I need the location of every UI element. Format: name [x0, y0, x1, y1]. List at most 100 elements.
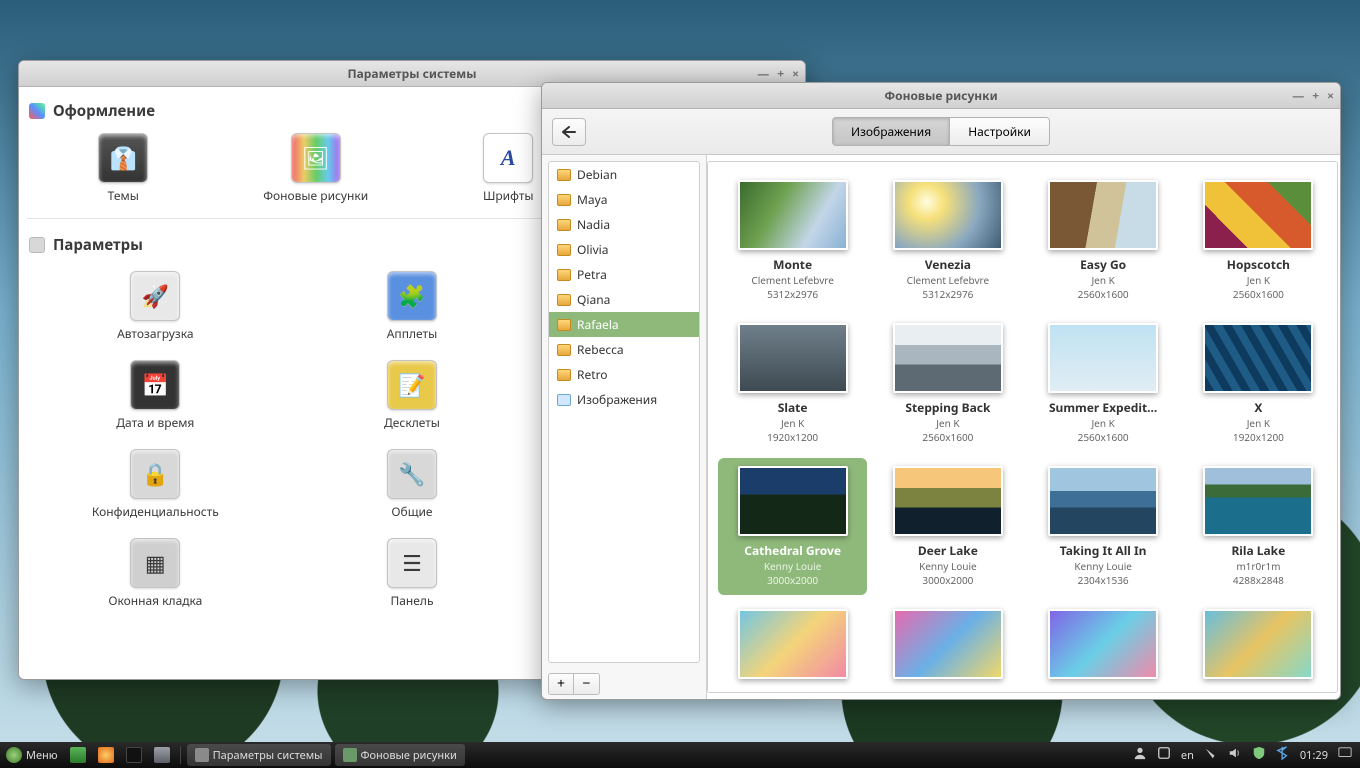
wallpaper-item[interactable]: Monte Clement Lefebvre 5312x2976 — [718, 172, 867, 309]
settings-item-label: Шрифты — [483, 187, 534, 204]
remove-collection-button[interactable]: − — [574, 673, 600, 695]
task-system-settings[interactable]: Параметры системы — [187, 744, 331, 766]
settings-task-icon — [195, 748, 209, 762]
collection-item[interactable]: Nadia — [549, 212, 699, 237]
wallpaper-item[interactable] — [873, 601, 1022, 693]
settings-title: Параметры системы — [348, 65, 477, 82]
wallpaper-item[interactable] — [1184, 601, 1333, 693]
settings-item[interactable]: 🚀Автозагрузка — [27, 271, 284, 342]
folder-icon — [557, 294, 571, 306]
wallpaper-item[interactable]: Easy Go Jen K 2560x1600 — [1029, 172, 1178, 309]
settings-item-icon: ☰ — [387, 538, 437, 588]
maximize-button[interactable]: + — [777, 65, 784, 82]
collection-item[interactable]: Maya — [549, 187, 699, 212]
collection-item[interactable]: Rafaela — [549, 312, 699, 337]
wallpaper-item[interactable]: Deer Lake Kenny Louie 3000x2000 — [873, 458, 1022, 595]
backgrounds-title: Фоновые рисунки — [884, 87, 997, 104]
add-collection-button[interactable]: + — [548, 673, 574, 695]
display-icon[interactable] — [1204, 746, 1218, 764]
updates-icon[interactable] — [1157, 746, 1171, 764]
wallpaper-resolution: 3000x2000 — [767, 573, 818, 587]
wallpaper-author: Kenny Louie — [1074, 559, 1132, 573]
volume-icon[interactable] — [1228, 746, 1242, 764]
tab-images[interactable]: Изображения — [833, 118, 949, 145]
system-tray: en 01:29 — [1125, 746, 1360, 764]
settings-item-icon: 👔 — [98, 133, 148, 183]
settings-item[interactable]: 🔒Конфиденциальность — [27, 449, 284, 520]
menu-button[interactable]: Меню — [0, 742, 64, 768]
collection-item[interactable]: Rebecca — [549, 337, 699, 362]
settings-item[interactable]: 🔧Общие — [284, 449, 541, 520]
task-label: Фоновые рисунки — [361, 748, 457, 763]
clock[interactable]: 01:29 — [1300, 748, 1328, 763]
wallpaper-item[interactable]: Venezia Clement Lefebvre 5312x2976 — [873, 172, 1022, 309]
wallpaper-title: Stepping Back — [905, 399, 990, 416]
wallpaper-item[interactable]: Hopscotch Jen K 2560x1600 — [1184, 172, 1333, 309]
wallpaper-title: Deer Lake — [918, 542, 978, 559]
collection-item[interactable]: Изображения — [549, 387, 699, 412]
wallpaper-author: m1r0r1m — [1236, 559, 1280, 573]
settings-item[interactable]: ☰Панель — [284, 538, 541, 626]
files-launcher[interactable] — [148, 742, 176, 768]
wallpaper-item[interactable] — [718, 601, 867, 693]
collection-label: Retro — [577, 366, 608, 383]
close-button[interactable]: × — [1327, 87, 1334, 104]
task-backgrounds[interactable]: Фоновые рисунки — [335, 744, 465, 766]
collection-item[interactable]: Qiana — [549, 287, 699, 312]
settings-item[interactable]: 🖼Фоновые рисунки — [220, 133, 413, 204]
backgrounds-titlebar[interactable]: Фоновые рисунки — + × — [542, 83, 1340, 109]
settings-item-label: Дата и время — [116, 414, 194, 431]
settings-item-label: Оконная кладка — [108, 592, 202, 609]
wallpaper-title: Rila Lake — [1231, 542, 1285, 559]
taskbar: Меню Параметры системы Фоновые рисунки e… — [0, 742, 1360, 768]
collection-item[interactable]: Debian — [549, 162, 699, 187]
collection-label: Rebecca — [577, 341, 624, 358]
collection-label: Debian — [577, 166, 617, 183]
wallpaper-item[interactable] — [1029, 601, 1178, 693]
wallpaper-item[interactable]: Cathedral Grove Kenny Louie 3000x2000 — [718, 458, 867, 595]
firefox-icon — [98, 747, 114, 763]
back-button[interactable] — [552, 118, 586, 146]
wallpaper-item[interactable]: Stepping Back Jen K 2560x1600 — [873, 315, 1022, 452]
wallpaper-item[interactable]: Slate Jen K 1920x1200 — [718, 315, 867, 452]
tab-settings[interactable]: Настройки — [949, 118, 1049, 145]
maximize-button[interactable]: + — [1312, 87, 1319, 104]
settings-item[interactable]: 📝Десклеты — [284, 360, 541, 431]
folder-icon — [557, 169, 571, 181]
wallpaper-author: Kenny Louie — [764, 559, 822, 573]
show-desklets-icon[interactable] — [1338, 746, 1352, 764]
wallpaper-resolution: 1920x1200 — [1233, 430, 1284, 444]
wallpaper-scroll-area[interactable]: Monte Clement Lefebvre 5312x2976 Venezia… — [707, 161, 1338, 693]
collection-item[interactable]: Retro — [549, 362, 699, 387]
collection-label: Nadia — [577, 216, 610, 233]
preferences-section-icon — [29, 237, 45, 253]
collection-item[interactable]: Petra — [549, 262, 699, 287]
terminal-launcher[interactable] — [120, 742, 148, 768]
wallpaper-item[interactable]: X Jen K 1920x1200 — [1184, 315, 1333, 452]
settings-item[interactable]: 🧩Апплеты — [284, 271, 541, 342]
shield-icon[interactable] — [1252, 746, 1266, 764]
user-icon[interactable] — [1133, 746, 1147, 764]
settings-item[interactable]: 📅Дата и время — [27, 360, 284, 431]
backgrounds-task-icon — [343, 748, 357, 762]
keyboard-layout-indicator[interactable]: en — [1181, 748, 1194, 763]
minimize-button[interactable]: — — [757, 65, 769, 82]
wallpaper-author: Clement Lefebvre — [907, 273, 989, 287]
settings-item[interactable]: ▦Оконная кладка — [27, 538, 284, 626]
wallpaper-item[interactable]: Taking It All In Kenny Louie 2304x1536 — [1029, 458, 1178, 595]
minimize-button[interactable]: — — [1292, 87, 1304, 104]
wallpaper-title: X — [1254, 399, 1262, 416]
close-button[interactable]: × — [792, 65, 799, 82]
bluetooth-icon[interactable] — [1276, 746, 1290, 764]
collection-item[interactable]: Olivia — [549, 237, 699, 262]
wallpaper-author: Jen K — [936, 416, 959, 430]
settings-item-icon: 🔧 — [387, 449, 437, 499]
settings-item[interactable]: 👔Темы — [27, 133, 220, 204]
wallpaper-item[interactable]: Summer Expedit... Jen K 2560x1600 — [1029, 315, 1178, 452]
wallpaper-thumbnail — [893, 466, 1003, 536]
collection-label: Maya — [577, 191, 607, 208]
firefox-launcher[interactable] — [92, 742, 120, 768]
wallpaper-item[interactable]: Rila Lake m1r0r1m 4288x2848 — [1184, 458, 1333, 595]
show-desktop-button[interactable] — [64, 742, 92, 768]
arrow-left-icon — [562, 126, 576, 138]
